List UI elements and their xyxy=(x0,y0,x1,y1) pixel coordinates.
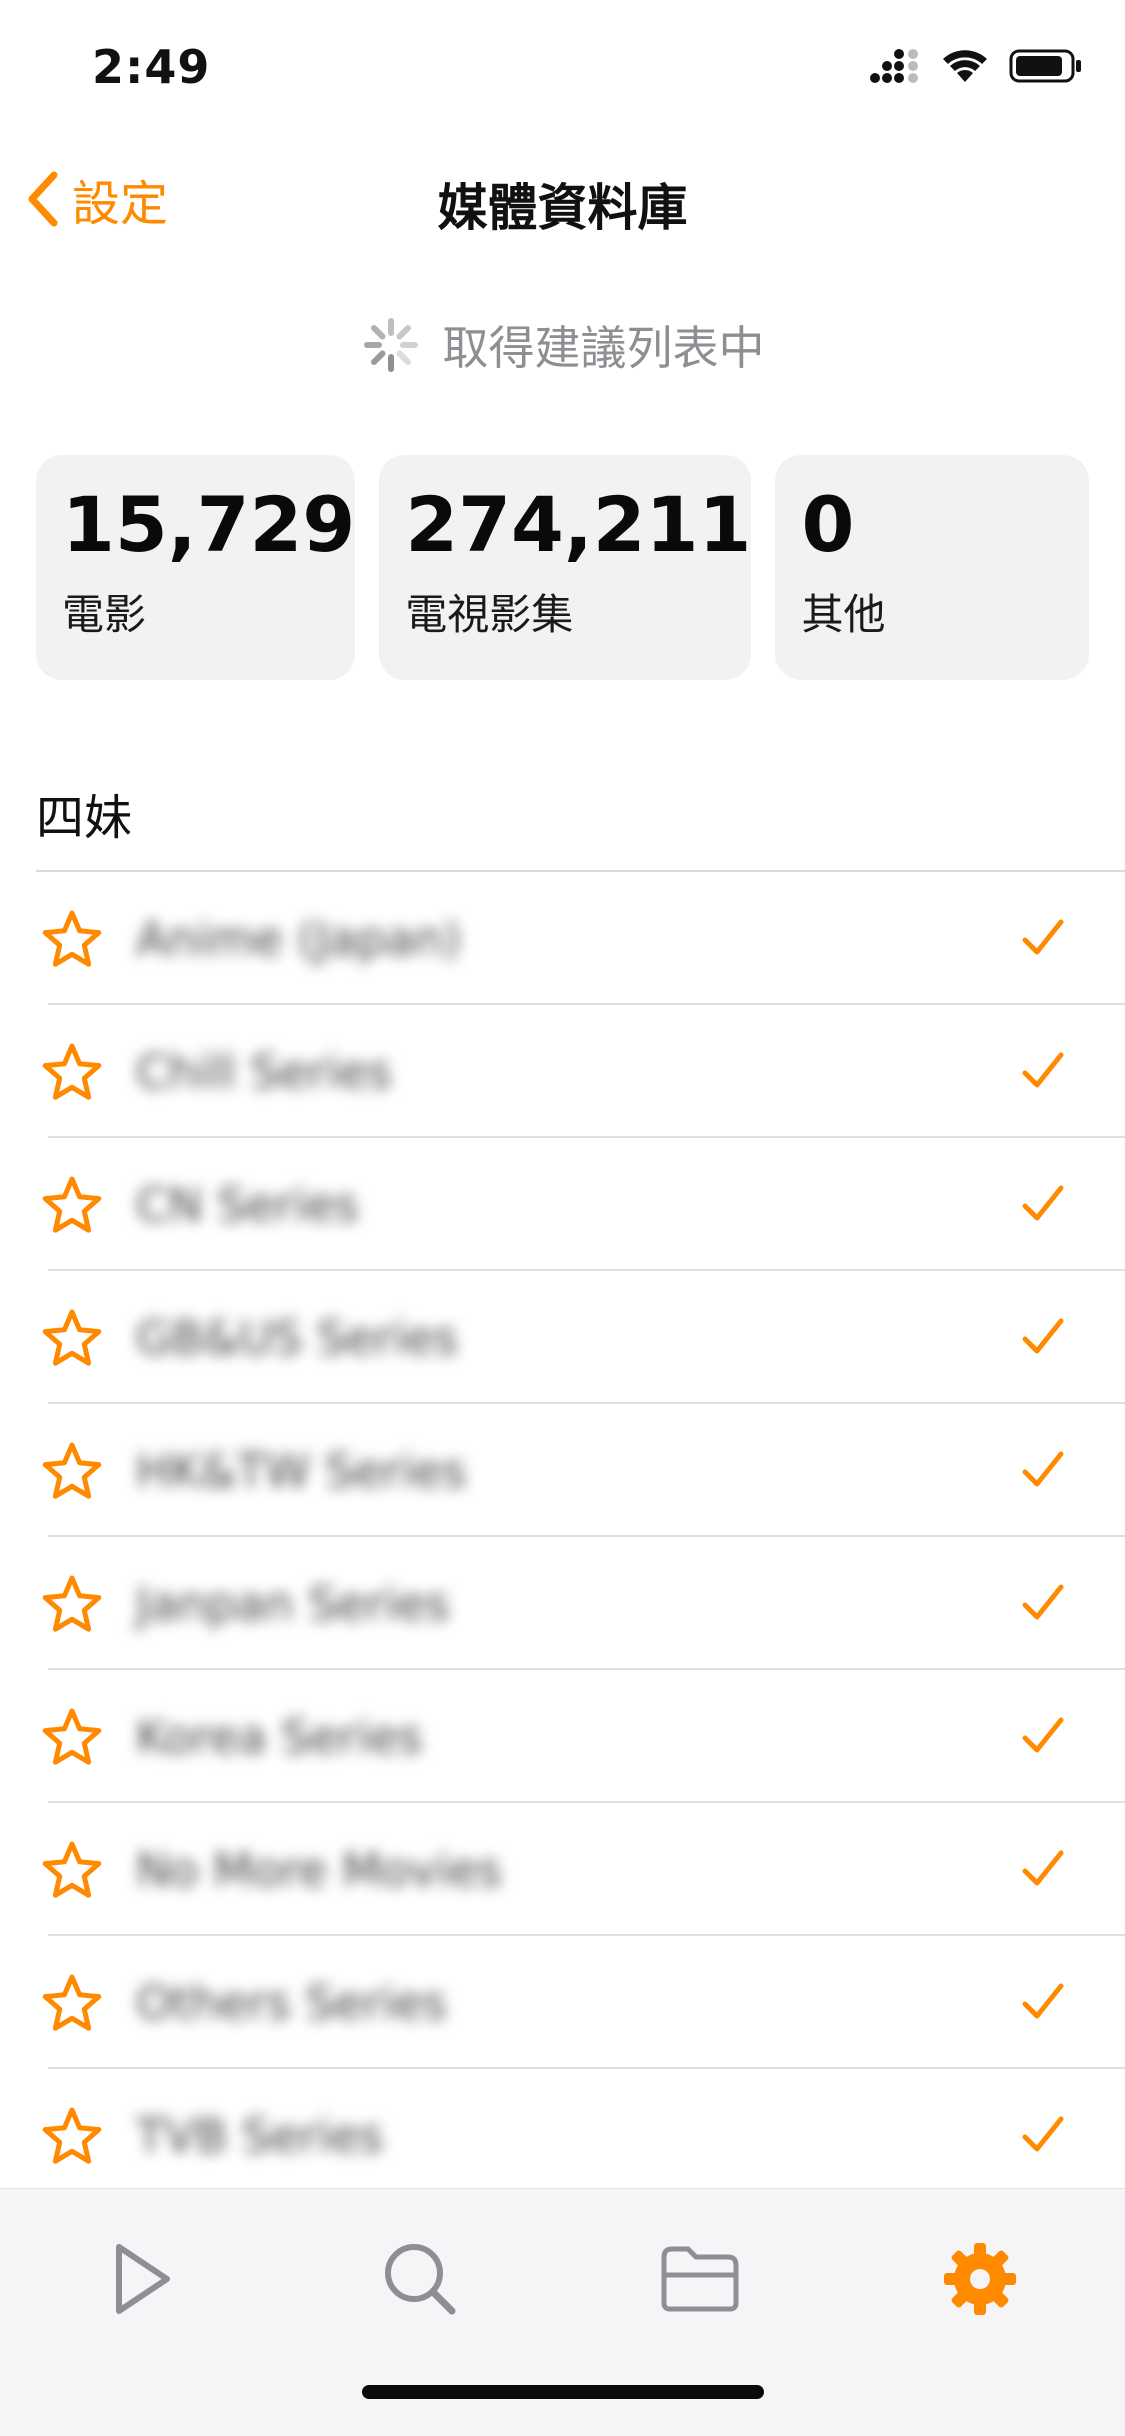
list-item[interactable]: HK&TW Series xyxy=(0,1404,1125,1537)
library-name: Others Series xyxy=(136,1976,447,2030)
tab-settings[interactable] xyxy=(930,2229,1030,2329)
stat-value: 274,211 xyxy=(405,480,752,569)
star-outline-icon[interactable] xyxy=(40,908,104,972)
home-indicator-wrap xyxy=(0,2385,1125,2399)
page-title: 媒體資料庫 xyxy=(437,179,688,237)
checkmark-icon xyxy=(1022,1052,1064,1088)
star-outline-icon[interactable] xyxy=(40,1174,104,1238)
library-stats: 15,729 電影 274,211 電視影集 0 其他 xyxy=(36,455,1089,680)
play-icon xyxy=(116,2244,170,2314)
library-name: CN Series xyxy=(136,1178,359,1232)
checkmark-icon xyxy=(1022,1717,1064,1753)
media-library-screen: 2:49 設定 媒體資料庫 取得建議列表中 15,729 電影 274,211 … xyxy=(0,0,1125,2436)
tab-bar xyxy=(0,2188,1125,2436)
status-bar: 2:49 xyxy=(0,0,1125,140)
checkmark-icon xyxy=(1022,1584,1064,1620)
list-item[interactable]: Janpan Series xyxy=(0,1537,1125,1670)
list-item[interactable]: TVB Series xyxy=(0,2069,1125,2202)
navigation-bar: 設定 媒體資料庫 xyxy=(0,150,1125,250)
list-item[interactable]: Chill Series xyxy=(0,1005,1125,1138)
cellular-signal-icon xyxy=(870,49,918,83)
list-item[interactable]: Korea Series xyxy=(0,1670,1125,1803)
list-item[interactable]: GB&US Series xyxy=(0,1271,1125,1404)
checkmark-icon xyxy=(1022,1850,1064,1886)
checkmark-icon xyxy=(1022,1451,1064,1487)
wifi-icon xyxy=(943,50,987,82)
battery-icon xyxy=(1009,49,1081,83)
section-header: 四妹 xyxy=(36,790,133,846)
library-name: Chill Series xyxy=(136,1045,392,1099)
library-name: HK&TW Series xyxy=(136,1444,467,1498)
library-name: Janpan Series xyxy=(136,1577,450,1631)
list-item[interactable]: No More Movies xyxy=(0,1803,1125,1936)
library-list: Anime (Japan) Chill Series CN Series GB&… xyxy=(0,872,1125,2202)
star-outline-icon[interactable] xyxy=(40,1440,104,1504)
stat-card-other: 0 其他 xyxy=(775,455,1089,680)
star-outline-icon[interactable] xyxy=(40,1307,104,1371)
star-outline-icon[interactable] xyxy=(40,2105,104,2169)
status-icons xyxy=(869,48,1083,84)
library-name: Anime (Japan) xyxy=(136,912,462,966)
library-name: TVB Series xyxy=(136,2109,384,2163)
loading-indicator: 取得建議列表中 xyxy=(0,312,1125,378)
star-outline-icon[interactable] xyxy=(40,1041,104,1105)
gear-icon xyxy=(944,2243,1016,2315)
star-outline-icon[interactable] xyxy=(40,1839,104,1903)
spinner-icon xyxy=(363,318,418,372)
tab-play[interactable] xyxy=(92,2229,192,2329)
stat-card-tv-series: 274,211 電視影集 xyxy=(379,455,752,680)
library-name: Korea Series xyxy=(136,1710,423,1764)
stat-card-movies: 15,729 電影 xyxy=(36,455,356,680)
star-outline-icon[interactable] xyxy=(40,1972,104,2036)
stat-label: 其他 xyxy=(801,589,886,639)
stat-label: 電視影集 xyxy=(405,589,574,639)
star-outline-icon[interactable] xyxy=(40,1573,104,1637)
folder-icon xyxy=(661,2246,739,2312)
checkmark-icon xyxy=(1022,919,1064,955)
checkmark-icon xyxy=(1022,2116,1064,2152)
search-icon xyxy=(385,2244,456,2315)
star-outline-icon[interactable] xyxy=(40,1706,104,1770)
library-name: No More Movies xyxy=(136,1843,502,1897)
tab-library[interactable] xyxy=(650,2229,750,2329)
list-item[interactable]: Others Series xyxy=(0,1936,1125,2069)
tab-search[interactable] xyxy=(370,2229,470,2329)
list-item[interactable]: CN Series xyxy=(0,1138,1125,1271)
checkmark-icon xyxy=(1022,1983,1064,2019)
library-name: GB&US Series xyxy=(136,1311,459,1365)
checkmark-icon xyxy=(1022,1185,1064,1221)
stat-label: 電影 xyxy=(62,589,147,639)
stat-value: 0 xyxy=(801,480,855,569)
home-indicator[interactable] xyxy=(361,2385,764,2399)
stat-value: 15,729 xyxy=(62,480,356,569)
status-time: 2:49 xyxy=(92,40,211,94)
checkmark-icon xyxy=(1022,1318,1064,1354)
list-item[interactable]: Anime (Japan) xyxy=(0,872,1125,1005)
loading-text: 取得建議列表中 xyxy=(442,321,765,375)
